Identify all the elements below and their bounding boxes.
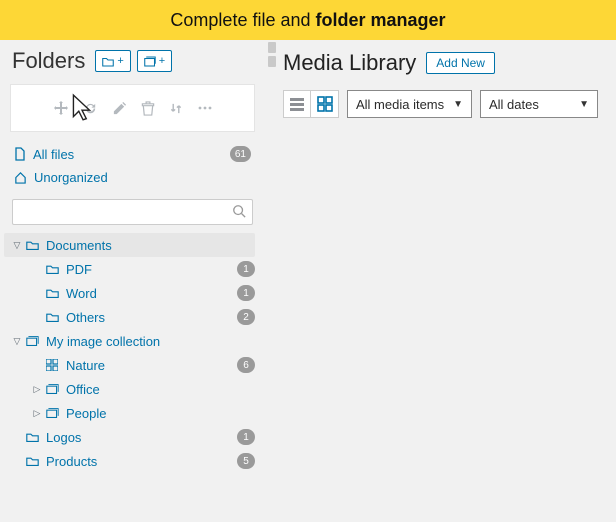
banner-text-b: folder manager: [316, 10, 446, 31]
unorganized-label: Unorganized: [34, 170, 108, 185]
tree-item[interactable]: ▽ Documents: [4, 233, 255, 257]
list-view-button[interactable]: [283, 90, 311, 118]
folder-plus-icon: [102, 56, 114, 67]
tree-item-label: Logos: [46, 430, 237, 445]
caret-icon: ▽: [10, 240, 24, 251]
count-badge: 5: [237, 453, 255, 469]
sidebar-title: Folders: [12, 48, 85, 74]
tree-item-label: My image collection: [46, 334, 255, 349]
banner-text-a: Complete file and: [170, 10, 310, 31]
count-badge: 2: [237, 309, 255, 325]
search-input[interactable]: [12, 199, 253, 225]
tree-item[interactable]: PDF1: [4, 257, 255, 281]
folder-icon: [44, 287, 60, 299]
resizer-handle-icon: [267, 42, 277, 68]
cursor-icon: [71, 93, 93, 123]
view-switch: [283, 90, 339, 118]
sort-icon[interactable]: [169, 102, 183, 115]
chevron-down-icon: ▼: [453, 99, 463, 110]
all-files-label: All files: [33, 147, 74, 162]
app-body: Folders + +: [0, 40, 616, 522]
tree-item[interactable]: Nature6: [4, 353, 255, 377]
tree-item[interactable]: Others2: [4, 305, 255, 329]
new-folder-button[interactable]: +: [95, 50, 130, 72]
gallery-icon: [44, 383, 60, 395]
tree-item[interactable]: ▽ My image collection: [4, 329, 255, 353]
caret-icon: ▷: [30, 408, 44, 419]
folder-search: [12, 199, 253, 225]
tree-item[interactable]: ▷ People: [4, 401, 255, 425]
grid-icon: [44, 359, 60, 371]
page-title: Media Library: [283, 50, 416, 76]
folder-toolbar: [10, 84, 255, 132]
tree-item-label: Documents: [46, 238, 255, 253]
main-panel: Media Library Add New All media items ▼ …: [275, 40, 616, 522]
home-icon: [14, 171, 27, 184]
folder-icon: [24, 455, 40, 467]
tree-item[interactable]: Products5: [4, 449, 255, 473]
main-toolbar: All media items ▼ All dates ▼: [281, 86, 616, 118]
search-icon: [232, 204, 246, 218]
caret-icon: ▽: [10, 336, 24, 347]
media-type-label: All media items: [356, 97, 444, 112]
folder-icon: [44, 263, 60, 275]
media-type-select[interactable]: All media items ▼: [347, 90, 472, 118]
unorganized-link[interactable]: Unorganized: [12, 166, 253, 189]
sidebar-header: Folders + +: [0, 40, 265, 84]
count-badge: 61: [230, 146, 251, 162]
tree-item-label: Word: [66, 286, 237, 301]
folders-sidebar: Folders + +: [0, 40, 265, 522]
new-gallery-button[interactable]: +: [137, 50, 172, 72]
plus-label: +: [159, 55, 165, 67]
grid-view-button[interactable]: [311, 90, 339, 118]
grid-view-icon: [317, 96, 333, 112]
tree-item-label: Products: [46, 454, 237, 469]
plus-label: +: [117, 55, 123, 67]
tree-item[interactable]: Logos1: [4, 425, 255, 449]
sidebar-resizer[interactable]: [265, 40, 275, 522]
more-icon[interactable]: [197, 105, 213, 111]
gallery-icon: [44, 407, 60, 419]
count-badge: 1: [237, 429, 255, 445]
folder-icon: [24, 239, 40, 251]
all-files-link[interactable]: All files 61: [12, 142, 253, 166]
tree-item-label: People: [66, 406, 255, 421]
tree-item-label: Nature: [66, 358, 237, 373]
gallery-icon: [24, 335, 40, 347]
count-badge: 1: [237, 285, 255, 301]
date-select[interactable]: All dates ▼: [480, 90, 598, 118]
tree-item-label: Office: [66, 382, 255, 397]
tree-item-label: PDF: [66, 262, 237, 277]
folder-icon: [24, 431, 40, 443]
move-icon[interactable]: [53, 100, 69, 116]
quick-links: All files 61 Unorganized: [0, 132, 265, 195]
file-icon: [14, 147, 26, 161]
tree-item-label: Others: [66, 310, 237, 325]
folder-tree: ▽DocumentsPDF1Word1Others2▽My image coll…: [0, 233, 265, 473]
list-view-icon: [289, 97, 305, 111]
date-label: All dates: [489, 97, 539, 112]
count-badge: 6: [237, 357, 255, 373]
count-badge: 1: [237, 261, 255, 277]
gallery-plus-icon: [144, 56, 156, 67]
chevron-down-icon: ▼: [579, 99, 589, 110]
tree-item[interactable]: Word1: [4, 281, 255, 305]
top-banner: Complete file and folder manager: [0, 0, 616, 40]
folder-icon: [44, 311, 60, 323]
main-header: Media Library Add New: [281, 46, 616, 86]
rename-icon[interactable]: [112, 101, 127, 116]
tree-item[interactable]: ▷ Office: [4, 377, 255, 401]
caret-icon: ▷: [30, 384, 44, 395]
add-new-button[interactable]: Add New: [426, 52, 495, 74]
trash-icon[interactable]: [141, 101, 155, 116]
